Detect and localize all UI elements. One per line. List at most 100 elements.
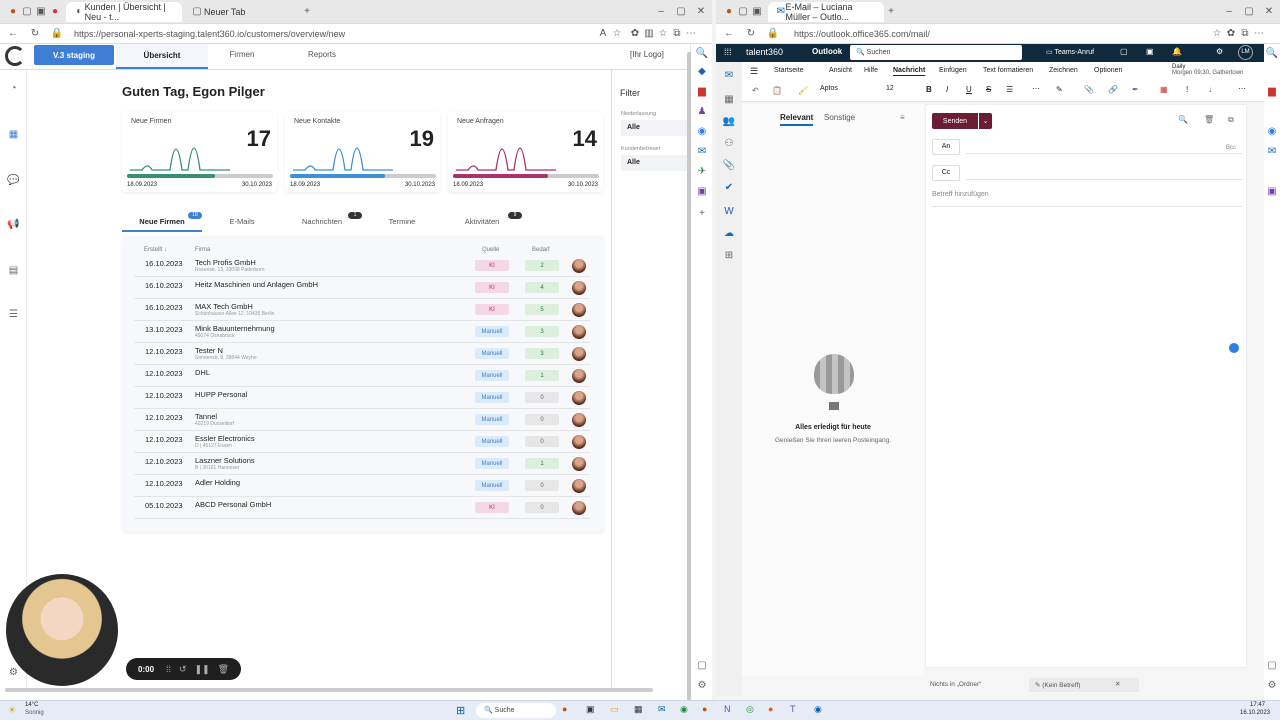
table-row[interactable]: 13.10.2023 Mink Bauunternehmung 49074 Os… — [134, 323, 590, 343]
teams-icon[interactable]: T — [790, 704, 796, 714]
stat-card[interactable]: Neue Anfragen 14 18.09.2023 30.10.2023 — [448, 112, 603, 192]
read-aloud-icon[interactable]: A — [596, 27, 610, 41]
teams-call-button[interactable]: ▭ Teams-Anruf — [1046, 48, 1094, 56]
edge-icon[interactable]: ◉ — [680, 704, 688, 715]
nav-companies[interactable]: Firmen — [222, 50, 262, 59]
back-icon[interactable]: ← — [722, 27, 736, 41]
tab-new[interactable]: ▢ Neuer Tab — [182, 2, 300, 22]
windows-start-icon[interactable]: ⊞ — [456, 704, 465, 717]
ribbon-tab-message[interactable]: Nachricht — [893, 67, 939, 74]
horizontal-scrollbar[interactable] — [5, 688, 653, 692]
draft-tab[interactable]: ✎ (Kein Betreff) — [1029, 678, 1139, 692]
paste-icon[interactable]: 📋 — [772, 86, 782, 95]
word-icon[interactable]: W — [721, 204, 737, 218]
new-tab-icon[interactable]: + — [300, 5, 314, 19]
avatar[interactable] — [572, 369, 586, 383]
editor-icon[interactable]: ✎ — [1056, 85, 1063, 94]
filter-branch-select[interactable]: Alle — [621, 120, 687, 136]
onenote-icon[interactable]: ▣ — [1265, 184, 1279, 198]
favorite-icon[interactable]: ☆ — [610, 27, 624, 41]
tab-activities[interactable]: Aktivitäten — [456, 217, 508, 226]
calendar-icon[interactable]: ▤ — [7, 264, 20, 277]
filter-manager-select[interactable]: Alle — [621, 155, 687, 171]
ribbon-tab-view[interactable]: Ansicht — [829, 67, 864, 74]
calendar-icon[interactable]: ▦ — [721, 92, 737, 106]
table-icon[interactable]: ▦ — [1160, 85, 1168, 94]
body-editor[interactable] — [932, 215, 1242, 655]
font-size-select[interactable]: 12 — [884, 85, 912, 97]
avatar[interactable] — [572, 457, 586, 471]
ribbon-tab-options[interactable]: Optionen — [1094, 67, 1134, 74]
search-input[interactable]: 🔍 Suchen — [850, 45, 1022, 60]
delete-icon[interactable]: 🗑 — [218, 664, 229, 675]
nav-overview[interactable]: Übersicht — [116, 44, 208, 69]
onedrive-icon[interactable]: ☁ — [721, 226, 737, 240]
tab-actions-icon[interactable]: ▣ — [750, 5, 764, 19]
bell-icon[interactable]: 🔔 — [1172, 47, 1182, 56]
search-icon[interactable]: 🔍 — [694, 46, 710, 60]
zoom-icon[interactable]: ◉ — [814, 704, 822, 715]
table-row[interactable]: 16.10.2023 Tech Profis GmbH Rosenstr. 13… — [134, 257, 590, 277]
tab-messages[interactable]: Nachrichten — [292, 217, 352, 226]
pause-icon[interactable]: ❚❚ — [195, 664, 210, 675]
app-icon[interactable]: ● — [562, 704, 567, 714]
firefox-icon[interactable]: ● — [768, 704, 773, 714]
close-icon[interactable]: ✕ — [694, 5, 708, 19]
explorer-icon[interactable]: ▣ — [586, 704, 595, 715]
ribbon-tab-insert[interactable]: Einfügen — [939, 67, 983, 74]
restart-icon[interactable]: ↺ — [179, 664, 187, 675]
copilot-icon[interactable] — [1229, 343, 1239, 353]
minimize-icon[interactable]: – — [654, 5, 668, 19]
weather-icon[interactable]: ☀ — [8, 705, 16, 716]
taskbar-search[interactable]: 🔍 Suche — [476, 703, 556, 718]
overflow-icon[interactable]: ⋯ — [1238, 84, 1246, 93]
tools-icon[interactable]: ▆ — [694, 84, 710, 98]
avatar[interactable] — [572, 281, 586, 295]
tab-emails[interactable]: E-Mails — [218, 217, 266, 226]
office-icon[interactable]: ◉ — [694, 124, 710, 138]
avatar[interactable] — [572, 259, 586, 273]
outlook-icon[interactable]: ✉ — [1265, 144, 1279, 158]
browser-logo-icon[interactable]: ● — [6, 5, 20, 19]
table-row[interactable]: 12.10.2023 Tester N Sonnenstr. 8, 28844 … — [134, 345, 590, 365]
table-row[interactable]: 12.10.2023 DHL Manuell 1 — [134, 367, 590, 387]
subject-field[interactable]: Betreff hinzufügen — [932, 191, 1242, 207]
folder-icon[interactable]: ▭ — [610, 704, 619, 715]
workspaces-icon[interactable]: ▢ — [20, 5, 34, 19]
menu-icon[interactable]: ☰ — [750, 66, 758, 77]
table-row[interactable]: 16.10.2023 Heitz Maschinen und Anlagen G… — [134, 279, 590, 299]
apps-icon[interactable]: ⊞ — [721, 248, 737, 262]
office-icon[interactable]: ◉ — [1265, 124, 1279, 138]
avatar[interactable]: LM — [1238, 45, 1253, 60]
italic-icon[interactable]: I — [946, 85, 948, 94]
importance-low-icon[interactable]: ↓ — [1208, 85, 1212, 94]
underline-icon[interactable]: U — [966, 85, 972, 94]
more-icon[interactable]: ⋯ — [684, 27, 698, 41]
avatar[interactable] — [572, 501, 586, 515]
close-icon[interactable]: ✕ — [1262, 5, 1276, 19]
reload-icon[interactable]: ↻ — [744, 27, 758, 41]
importance-high-icon[interactable]: ! — [1186, 85, 1188, 94]
chrome-icon[interactable]: ◎ — [746, 704, 754, 715]
left-url-field[interactable]: https://personal-xperts-staging.talent36… — [66, 25, 590, 42]
bold-icon[interactable]: B — [926, 85, 932, 94]
attach-icon[interactable]: 📎 — [721, 158, 737, 172]
link-icon[interactable]: 🔗 — [1108, 85, 1118, 94]
megaphone-icon[interactable]: 📢 — [7, 218, 20, 231]
chat-icon[interactable]: ▢ — [1120, 47, 1128, 56]
attach-icon[interactable]: 📎 — [1084, 85, 1094, 94]
split-icon[interactable]: ▥ — [642, 27, 656, 41]
tab-other[interactable]: Sonstige — [824, 113, 855, 122]
bcc-button[interactable]: Bcc — [1226, 145, 1236, 151]
more-icon[interactable]: ⋯ — [1252, 27, 1266, 41]
maximize-icon[interactable]: ▢ — [1242, 5, 1256, 19]
todo-icon[interactable]: ✔ — [721, 180, 737, 194]
workspaces-icon[interactable]: ▢ — [736, 5, 750, 19]
stat-card[interactable]: Neue Firmen 17 18.09.2023 30.10.2023 — [122, 112, 277, 192]
stat-card[interactable]: Neue Kontakte 19 18.09.2023 30.10.2023 — [285, 112, 440, 192]
search-icon[interactable]: 🔍 — [1265, 46, 1279, 60]
grid-icon[interactable]: ⁞⁞ — [166, 664, 171, 674]
table-row[interactable]: 12.10.2023 Essler Electronics D | 45127 … — [134, 433, 590, 453]
col-created[interactable]: Erstellt ↓ — [144, 247, 167, 253]
new-tab-icon[interactable]: + — [884, 5, 898, 19]
